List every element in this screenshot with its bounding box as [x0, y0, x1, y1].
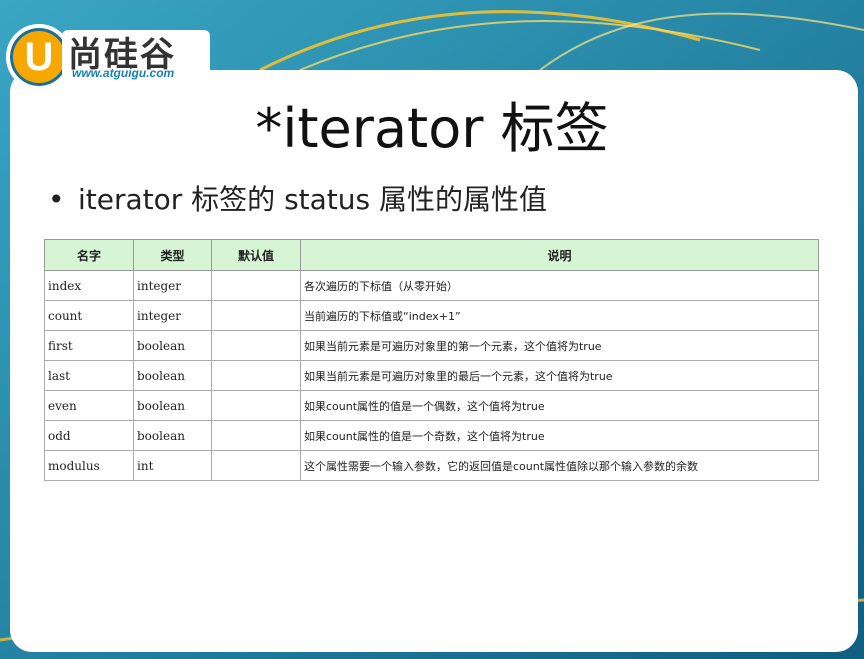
cell-type: boolean [133, 390, 212, 421]
bullet-point: • iterator 标签的 status 属性的属性值 [48, 178, 547, 218]
cell-description: 如果当前元素是可遍历对象里的第一个元素，这个值将为true [300, 330, 819, 361]
cell-type: integer [133, 270, 212, 301]
cell-name: index [44, 270, 134, 301]
cell-default [211, 420, 301, 451]
cell-description: 当前遍历的下标值或“index+1” [300, 300, 819, 331]
logo-letter: U [24, 34, 54, 79]
table-row: index integer 各次遍历的下标值（从零开始） [44, 270, 819, 301]
cell-default [211, 360, 301, 391]
cell-default [211, 390, 301, 421]
bullet-text: iterator 标签的 status 属性的属性值 [78, 183, 548, 216]
table-row: odd boolean 如果count属性的值是一个奇数，这个值将为true [44, 420, 819, 451]
column-header-type: 类型 [133, 239, 212, 271]
cell-default [211, 330, 301, 361]
cell-type: integer [133, 300, 212, 331]
table-row: even boolean 如果count属性的值是一个偶数，这个值将为true [44, 390, 819, 421]
cell-description: 这个属性需要一个输入参数，它的返回值是count属性值除以那个输入参数的余数 [300, 450, 819, 481]
table-row: last boolean 如果当前元素是可遍历对象里的最后一个元素，这个值将为t… [44, 360, 819, 391]
cell-description: 各次遍历的下标值（从零开始） [300, 270, 819, 301]
cell-description: 如果当前元素是可遍历对象里的最后一个元素，这个值将为true [300, 360, 819, 391]
bullet-dot-icon: • [48, 183, 65, 216]
cell-default [211, 450, 301, 481]
cell-name: count [44, 300, 134, 331]
table-row: count integer 当前遍历的下标值或“index+1” [44, 300, 819, 331]
table-row: first boolean 如果当前元素是可遍历对象里的第一个元素，这个值将为t… [44, 330, 819, 361]
cell-default [211, 270, 301, 301]
cell-default [211, 300, 301, 331]
cell-description: 如果count属性的值是一个奇数，这个值将为true [300, 420, 819, 451]
status-attribute-table: 名字 类型 默认值 说明 index integer 各次遍历的下标值（从零开始… [44, 239, 819, 481]
cell-type: boolean [133, 420, 212, 451]
table-row: modulus int 这个属性需要一个输入参数，它的返回值是count属性值除… [44, 450, 819, 481]
cell-name: modulus [44, 450, 134, 481]
column-header-default: 默认值 [211, 239, 301, 271]
cell-type: boolean [133, 360, 212, 391]
cell-name: last [44, 360, 134, 391]
cell-type: boolean [133, 330, 212, 361]
column-header-name: 名字 [44, 239, 134, 271]
cell-name: first [44, 330, 134, 361]
cell-name: odd [44, 420, 134, 451]
logo-url: www.atguigu.com [72, 66, 175, 80]
slide-title: *iterator 标签 [255, 97, 609, 160]
table-header-row: 名字 类型 默认值 说明 [44, 239, 819, 271]
column-header-description: 说明 [300, 239, 819, 271]
cell-description: 如果count属性的值是一个偶数，这个值将为true [300, 390, 819, 421]
cell-name: even [44, 390, 134, 421]
cell-type: int [133, 450, 212, 481]
